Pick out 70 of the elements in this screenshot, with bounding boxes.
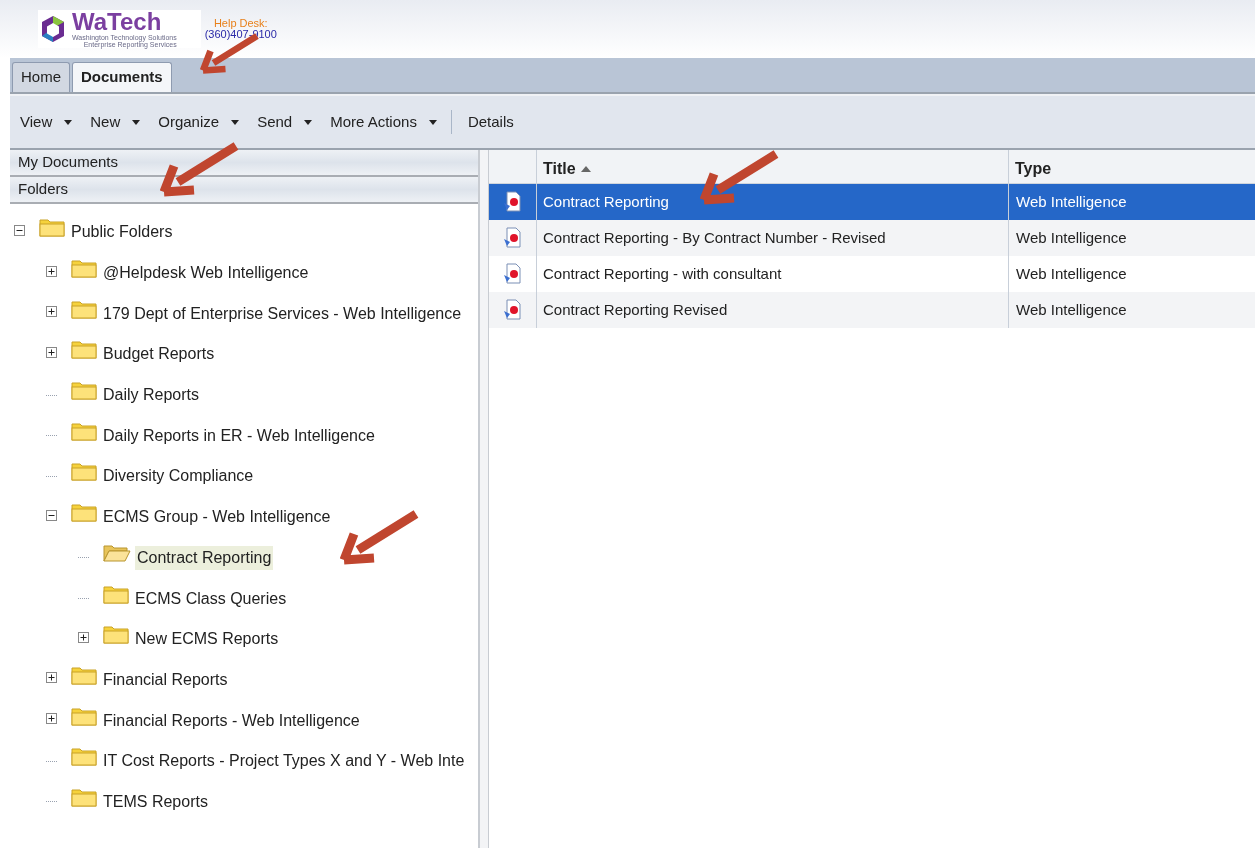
collapse-icon[interactable]	[14, 224, 25, 236]
folder-item[interactable]: ECMS Class Queries	[133, 586, 289, 611]
toolbar-button[interactable]: Details	[467, 110, 514, 134]
caret-icon	[132, 119, 141, 125]
folder-icon	[103, 624, 129, 645]
folder-icon	[71, 705, 97, 726]
help-desk-label: Help Desk:	[213, 18, 268, 29]
folder-icon	[71, 664, 97, 685]
caret-icon	[231, 119, 240, 125]
folder-icon	[71, 339, 97, 360]
folder-icon	[71, 298, 97, 319]
folder-item[interactable]: New ECMS Reports	[133, 627, 281, 652]
caret-icon	[304, 119, 313, 125]
folder-item[interactable]: Daily Reports	[101, 383, 202, 408]
help-desk-phone: (360)407-9100	[204, 29, 277, 40]
report-document-icon	[501, 191, 524, 213]
column-header[interactable]: Title	[537, 150, 1009, 183]
expand-icon[interactable]	[46, 346, 57, 358]
panel-header[interactable]: My Documents	[10, 150, 478, 177]
toolbar-menu[interactable]: New	[90, 110, 141, 134]
folder-item[interactable]: Daily Reports in ER - Web Intelligence	[101, 423, 377, 448]
tab[interactable]: Home	[12, 62, 70, 92]
folder-item[interactable]: Public Folders	[69, 220, 175, 245]
panel-header[interactable]: Folders	[10, 177, 478, 204]
expand-icon[interactable]	[78, 631, 89, 643]
open-folder-icon	[103, 542, 131, 563]
column-header[interactable]: Type	[1009, 150, 1255, 183]
folder-icon	[71, 420, 97, 441]
folder-item[interactable]: Contract Reporting	[135, 545, 274, 570]
tab[interactable]: Documents	[72, 62, 172, 92]
folder-item[interactable]: @Helpdesk Web Intelligence	[101, 261, 311, 286]
folder-icon	[71, 502, 97, 523]
table-row[interactable]: Contract Reporting Web Intelligence	[489, 184, 1255, 220]
toolbar-menu[interactable]: More Actions	[330, 110, 437, 134]
folder-item[interactable]: Financial Reports - Web Intelligence	[101, 708, 362, 733]
toolbar-menu[interactable]: Organize	[158, 110, 240, 134]
folder-item[interactable]: IT Cost Reports - Project Types X and Y - Web Inte	[101, 749, 467, 774]
collapse-icon[interactable]	[46, 509, 57, 521]
table-cell: Contract Reporting Revised	[537, 292, 1009, 328]
table-row[interactable]: Contract Reporting Revised Web Intelligence	[489, 292, 1255, 328]
table-cell-text: Web Intelligence	[1015, 227, 1128, 248]
folder-item[interactable]: Financial Reports	[101, 667, 230, 692]
folder-item[interactable]: Budget Reports	[101, 342, 217, 367]
folder-icon	[71, 380, 97, 401]
folder-item[interactable]: ECMS Group - Web Intelligence	[101, 505, 333, 530]
folder-item[interactable]: Diversity Compliance	[101, 464, 256, 489]
table-cell-text: Web Intelligence	[1015, 191, 1128, 212]
report-document-icon	[501, 299, 524, 321]
expand-icon[interactable]	[46, 713, 57, 725]
caret-icon	[428, 119, 437, 125]
report-document-icon	[501, 263, 524, 285]
report-document-icon	[501, 227, 524, 249]
expand-icon[interactable]	[46, 265, 57, 277]
folder-icon	[71, 461, 97, 482]
folder-item[interactable]: TEMS Reports	[101, 789, 210, 814]
expand-icon[interactable]	[46, 306, 57, 318]
folder-icon	[103, 583, 129, 604]
toolbar-menu[interactable]: View	[20, 110, 73, 134]
logo-wordmark: WaTech	[72, 10, 163, 34]
folder-item[interactable]: 179 Dept of Enterprise Services - Web Intelligence	[101, 301, 464, 326]
table-row[interactable]: Contract Reporting - By Contract Number - Revised Web Intelligence	[489, 220, 1255, 256]
folder-icon	[71, 258, 97, 279]
folder-icon	[71, 746, 97, 767]
table-cell-text: Web Intelligence	[1015, 263, 1128, 284]
caret-icon	[64, 119, 73, 125]
folder-icon	[71, 786, 97, 807]
folder-icon	[39, 217, 65, 238]
table-cell-text: Web Intelligence	[1015, 299, 1128, 320]
toolbar-menu[interactable]: Send	[257, 110, 313, 134]
expand-icon[interactable]	[46, 672, 57, 684]
